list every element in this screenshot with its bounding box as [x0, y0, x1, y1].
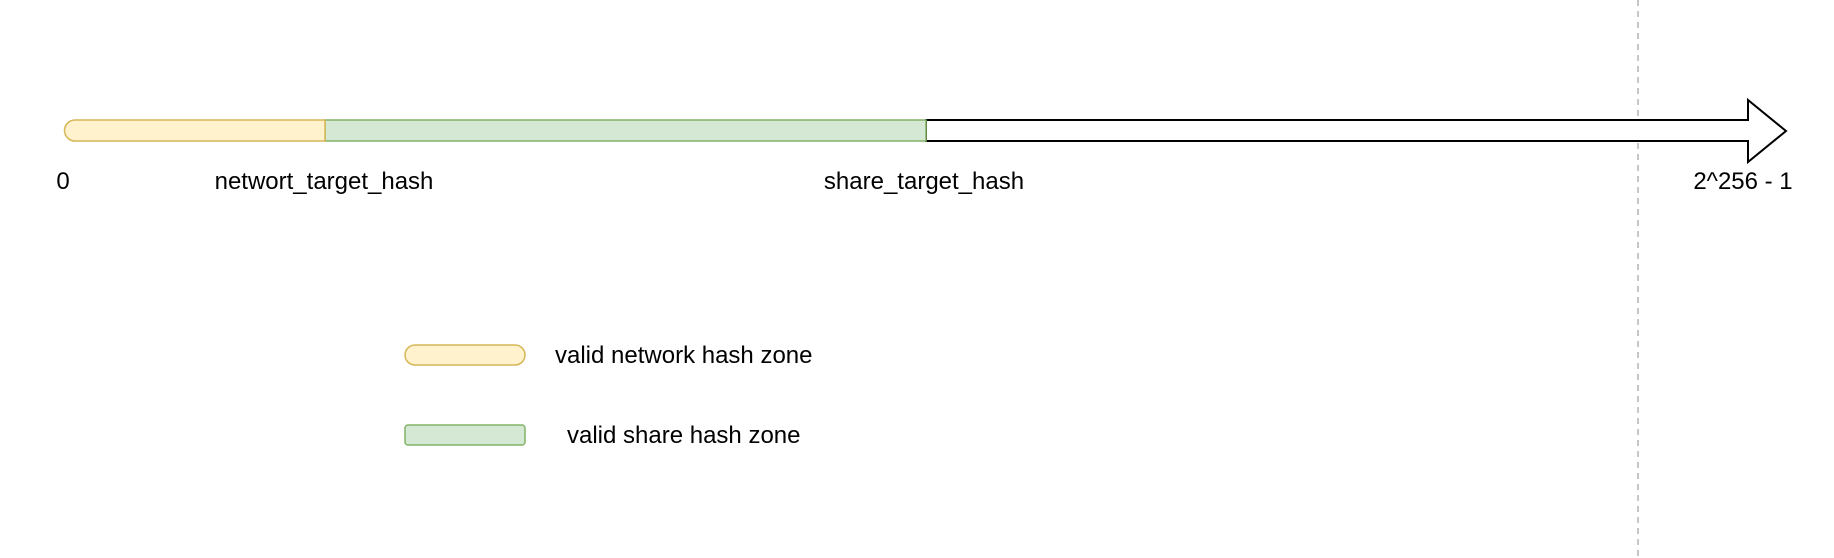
- legend: valid network hash zone valid share hash…: [404, 342, 812, 449]
- legend-network-swatch: [404, 344, 526, 366]
- network-target-label: networt_target_hash: [215, 168, 434, 195]
- legend-share-label: valid share hash zone: [567, 422, 800, 449]
- network-zone-bar: [63, 119, 326, 142]
- legend-share-swatch: [404, 424, 526, 446]
- hash-range-diagram: 0 networt_target_hash share_target_hash …: [56, 0, 1793, 558]
- share-target-label: share_target_hash: [824, 168, 1024, 195]
- hash-range-arrow: [925, 97, 1788, 165]
- axis-start-label: 0: [56, 168, 69, 195]
- share-zone-bar: [324, 119, 927, 142]
- legend-network-label: valid network hash zone: [555, 342, 812, 369]
- axis-end-label: 2^256 - 1: [1693, 168, 1792, 195]
